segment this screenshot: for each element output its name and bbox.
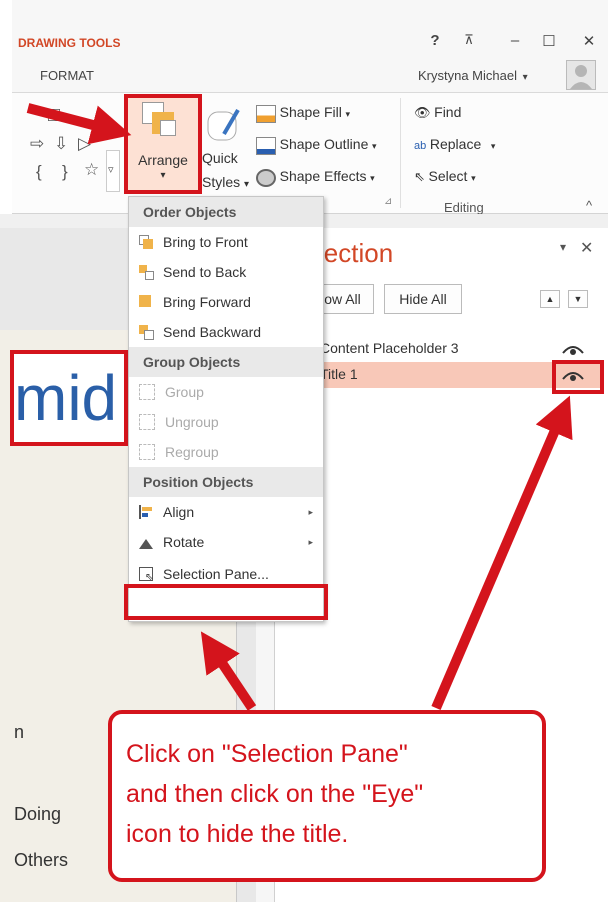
callout-line-1: Click on "Selection Pane": [126, 740, 408, 768]
arrow-to-eye-icon: [431, 395, 573, 710]
arrow-to-selection-pane: [200, 631, 257, 711]
instruction-callout: Click on "Selection Pane" and then click…: [108, 710, 546, 882]
arrow-to-arrange: [26, 103, 132, 145]
callout-line-3: icon to hide the title.: [126, 820, 349, 848]
callout-line-2: and then click on the "Eye": [126, 780, 424, 808]
